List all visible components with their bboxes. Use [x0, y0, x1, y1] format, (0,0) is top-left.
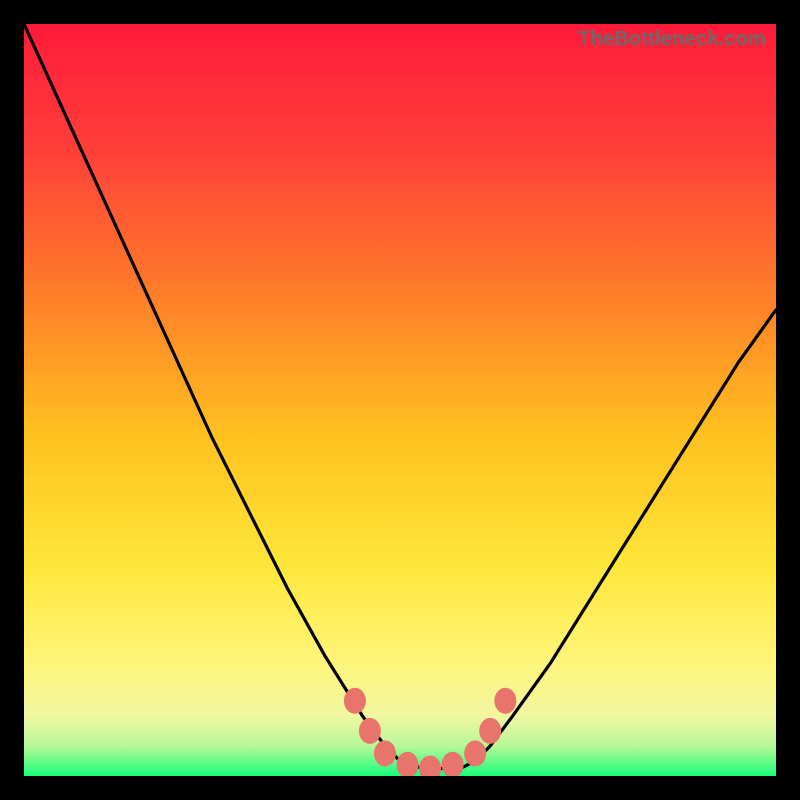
marker-point — [359, 718, 381, 744]
marker-point — [374, 740, 396, 766]
marker-point — [494, 688, 516, 714]
plot-area: TheBottleneck.com — [24, 24, 776, 776]
gradient-background — [24, 24, 776, 776]
chart-frame: TheBottleneck.com — [0, 0, 800, 800]
chart-svg — [24, 24, 776, 776]
marker-point — [344, 688, 366, 714]
marker-point — [479, 718, 501, 744]
marker-point — [464, 740, 486, 766]
